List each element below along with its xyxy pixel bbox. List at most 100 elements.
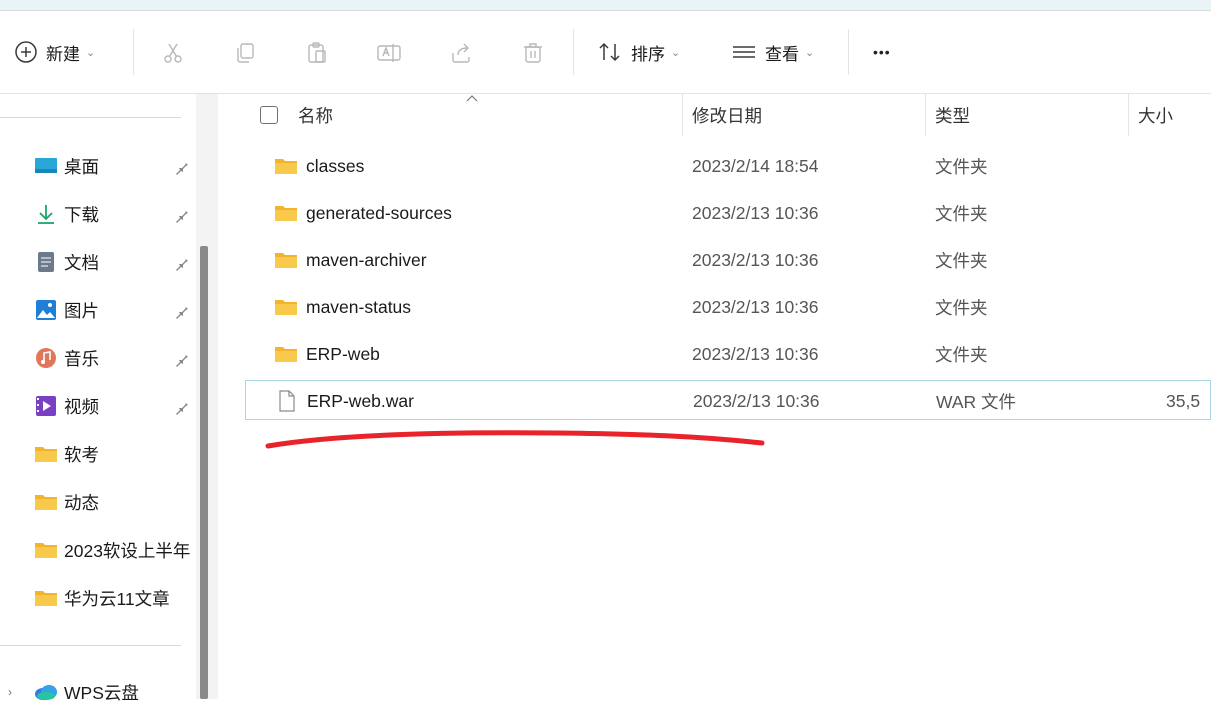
column-header-size[interactable]: 大小 xyxy=(1138,94,1173,136)
sidebar-item-downloads[interactable]: 下载 xyxy=(34,199,194,229)
file-type: WAR 文件 xyxy=(936,391,1017,412)
pin-icon xyxy=(176,351,188,367)
sidebar-item-label: WPS云盘 xyxy=(64,682,139,703)
folder-icon xyxy=(275,347,297,362)
modified-date: 2023/2/13 10:36 xyxy=(692,296,819,317)
list-view-icon xyxy=(733,46,755,58)
document-icon xyxy=(34,251,58,273)
sidebar-item-huaweiyun[interactable]: 华为云11文章 xyxy=(34,583,194,613)
folder-icon xyxy=(275,253,297,268)
scissors-icon xyxy=(164,43,182,63)
trash-icon xyxy=(524,43,542,63)
sort-button[interactable]: 排序 ⌄ xyxy=(597,11,680,93)
modified-date: 2023/2/13 10:36 xyxy=(692,202,819,223)
file-name: generated-sources xyxy=(306,202,452,223)
folder-icon xyxy=(275,206,297,221)
column-header-date[interactable]: 修改日期 xyxy=(692,94,762,136)
chevron-down-icon: ⌄ xyxy=(671,46,681,59)
sort-icon xyxy=(599,42,620,62)
toolbar-divider xyxy=(133,29,134,75)
more-options-button[interactable]: ••• xyxy=(873,11,891,93)
paste-button[interactable] xyxy=(299,35,335,71)
column-header-name[interactable]: 名称 xyxy=(298,94,333,136)
sidebar-divider xyxy=(0,645,181,646)
table-row[interactable]: maven-status 2023/2/13 10:36 文件夹 xyxy=(245,287,1211,327)
file-type: 文件夹 xyxy=(935,203,988,224)
picture-icon xyxy=(34,299,58,321)
plus-circle-icon xyxy=(15,41,37,63)
chevron-right-icon: › xyxy=(8,685,12,699)
sidebar-item-label: 文档 xyxy=(64,252,99,273)
chevron-down-icon: ⌄ xyxy=(86,46,96,59)
folder-icon xyxy=(34,587,58,609)
column-divider[interactable] xyxy=(925,94,926,136)
cut-button[interactable] xyxy=(155,35,191,71)
rename-icon xyxy=(377,44,401,62)
pin-icon xyxy=(176,303,188,319)
more-icon: ••• xyxy=(873,44,891,60)
sort-label: 排序 xyxy=(631,44,665,64)
sidebar-item-ruankao[interactable]: 软考 xyxy=(34,439,194,469)
name-cell: ERP-web xyxy=(274,334,380,374)
modified-date: 2023/2/13 10:36 xyxy=(692,249,819,270)
share-icon xyxy=(452,43,470,63)
modified-date: 2023/2/13 10:36 xyxy=(692,343,819,364)
modified-date: 2023/2/13 10:36 xyxy=(693,390,820,411)
chevron-down-icon: ⌄ xyxy=(805,46,815,59)
sidebar-item-music[interactable]: 音乐 xyxy=(34,343,194,373)
file-name: classes xyxy=(306,155,365,176)
column-header-label: 类型 xyxy=(935,105,970,126)
sidebar-item-dongtai[interactable]: 动态 xyxy=(34,487,194,517)
scrollbar-thumb[interactable] xyxy=(200,246,208,699)
folder-icon xyxy=(275,159,297,174)
sidebar-item-pictures[interactable]: 图片 xyxy=(34,295,194,325)
sort-ascending-icon xyxy=(466,95,478,102)
share-button[interactable] xyxy=(443,35,479,71)
column-divider[interactable] xyxy=(1128,94,1129,136)
table-row[interactable]: ERP-web.war 2023/2/13 10:36 WAR 文件 35,5 xyxy=(245,380,1211,420)
modified-date: 2023/2/14 18:54 xyxy=(692,155,819,176)
column-header-label: 大小 xyxy=(1138,105,1173,126)
sidebar-item-desktop[interactable]: 桌面 xyxy=(34,151,194,181)
folder-icon xyxy=(34,491,58,513)
sidebar-item-label: 动态 xyxy=(64,492,99,513)
column-header-type[interactable]: 类型 xyxy=(935,94,970,136)
file-size: 35,5 xyxy=(1166,390,1201,411)
sidebar-scrollbar[interactable] xyxy=(196,94,218,699)
column-divider[interactable] xyxy=(682,94,683,136)
pin-icon xyxy=(176,207,188,223)
sidebar-item-label: 2023软设上半年 xyxy=(64,540,191,561)
sidebar-item-wps[interactable]: › WPS云盘 xyxy=(8,677,168,707)
file-name: maven-archiver xyxy=(306,249,427,270)
column-header-label: 修改日期 xyxy=(692,105,762,126)
pin-icon xyxy=(176,255,188,271)
name-cell: generated-sources xyxy=(274,193,452,233)
table-row[interactable]: generated-sources 2023/2/13 10:36 文件夹 xyxy=(245,193,1211,233)
folder-icon xyxy=(34,539,58,561)
new-button[interactable]: 新建 ⌄ xyxy=(14,11,95,93)
toolbar-divider xyxy=(848,29,849,75)
file-icon xyxy=(279,390,295,412)
sidebar-item-label: 桌面 xyxy=(64,156,99,177)
file-type: 文件夹 xyxy=(935,297,988,318)
sidebar-item-documents[interactable]: 文档 xyxy=(34,247,194,277)
rename-button[interactable] xyxy=(371,35,407,71)
pin-icon xyxy=(176,399,188,415)
column-header-label: 名称 xyxy=(298,105,333,126)
name-cell: classes xyxy=(274,146,364,186)
select-all-checkbox[interactable] xyxy=(260,106,278,124)
sidebar-item-2023[interactable]: 2023软设上半年 xyxy=(34,535,194,565)
video-icon xyxy=(34,395,58,417)
copy-icon xyxy=(237,43,254,63)
table-row[interactable]: maven-archiver 2023/2/13 10:36 文件夹 xyxy=(245,240,1211,280)
copy-button[interactable] xyxy=(227,35,263,71)
desktop-icon xyxy=(34,155,58,177)
wps-cloud-icon xyxy=(34,681,58,703)
delete-button[interactable] xyxy=(515,35,551,71)
sidebar-item-label: 华为云11文章 xyxy=(64,588,170,609)
table-row[interactable]: ERP-web 2023/2/13 10:36 文件夹 xyxy=(245,334,1211,374)
table-row[interactable]: classes 2023/2/14 18:54 文件夹 xyxy=(245,146,1211,186)
view-button[interactable]: 查看 ⌄ xyxy=(731,11,814,93)
name-cell: maven-status xyxy=(274,287,411,327)
sidebar-item-videos[interactable]: 视频 xyxy=(34,391,194,421)
